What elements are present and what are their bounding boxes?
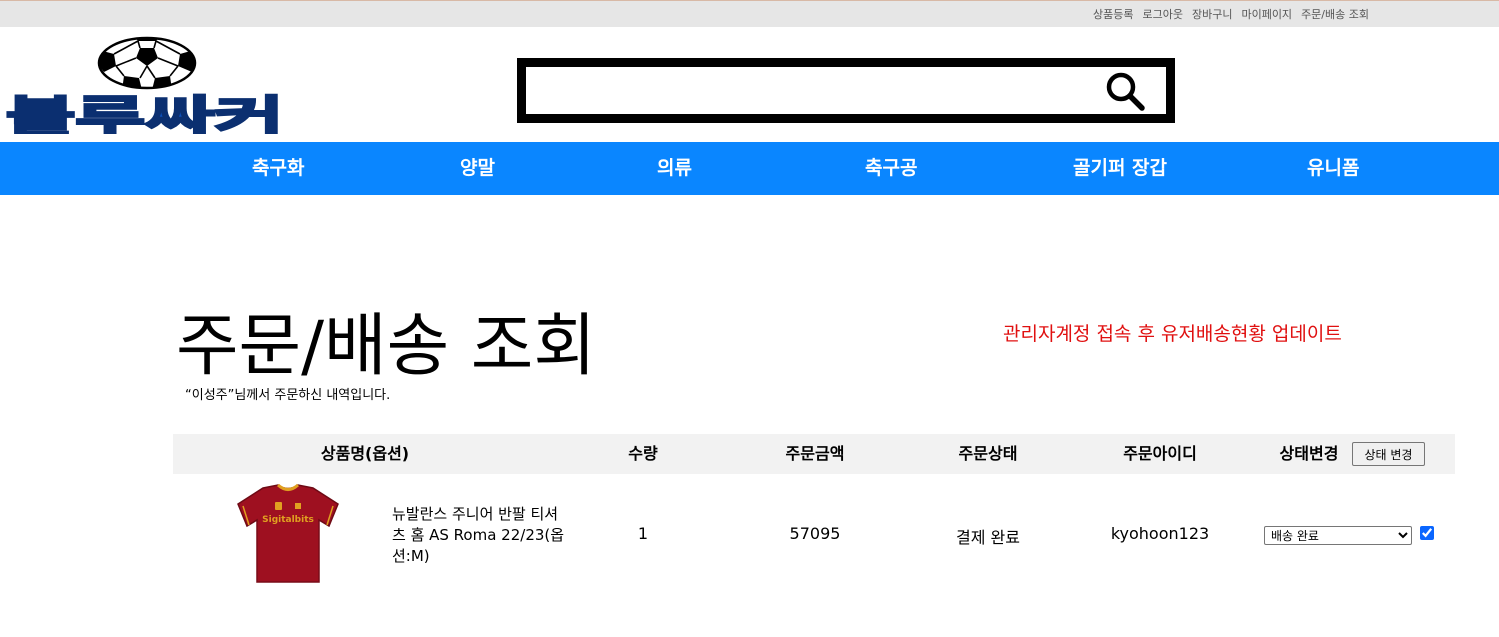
search-input[interactable] bbox=[526, 67, 1086, 114]
table-row: Sigitalbits 뉴발란스 주니어 반팔 티셔츠 홈 AS Roma 22… bbox=[173, 474, 1455, 594]
nav-item-soccer-ball[interactable]: 축구공 bbox=[865, 142, 917, 195]
nav-item-goalkeeper-gloves[interactable]: 골기퍼 장갑 bbox=[1073, 142, 1167, 195]
top-link-logout[interactable]: 로그아웃 bbox=[1142, 6, 1182, 22]
top-link-register-product[interactable]: 상품등록 bbox=[1093, 6, 1133, 22]
jersey-image-icon: Sigitalbits bbox=[237, 483, 339, 583]
search-button[interactable] bbox=[1100, 69, 1150, 113]
category-nav: 축구화 양말 의류 축구공 골기퍼 장갑 유니폼 bbox=[0, 142, 1499, 195]
header-product-name: 상품명(옵션) bbox=[320, 444, 410, 463]
nav-item-clothing[interactable]: 의류 bbox=[657, 142, 692, 195]
nav-item-uniform[interactable]: 유니폼 bbox=[1307, 142, 1359, 195]
product-image: Sigitalbits bbox=[223, 482, 353, 586]
cell-order-id: kyohoon123 bbox=[1110, 524, 1210, 543]
status-change-button[interactable]: 상태 변경 bbox=[1352, 442, 1425, 466]
header-quantity: 수량 bbox=[628, 444, 658, 463]
jersey-sponsor-text: Sigitalbits bbox=[262, 515, 314, 525]
nav-item-socks[interactable]: 양말 bbox=[460, 142, 495, 195]
soccer-ball-logo-icon: 블루싸커 bbox=[5, 36, 285, 144]
header-status-change: 상태변경 bbox=[1279, 444, 1339, 463]
cell-order-status: 결제 완료 bbox=[956, 528, 1020, 547]
page-title: 주문/배송 조회 bbox=[176, 307, 596, 386]
logo-text: 블루싸커 bbox=[6, 92, 284, 134]
admin-notice: 관리자계정 접속 후 유저배송현황 업데이트 bbox=[1003, 323, 1342, 345]
search-icon bbox=[1106, 72, 1145, 111]
nav-item-soccer-shoes[interactable]: 축구화 bbox=[252, 142, 304, 195]
top-link-cart[interactable]: 장바구니 bbox=[1192, 6, 1232, 22]
top-links: 상품등록 로그아웃 장바구니 마이페이지 주문/배송 조회 bbox=[1093, 6, 1369, 22]
site-logo[interactable]: 블루싸커 bbox=[4, 36, 286, 144]
top-utility-bar: 상품등록 로그아웃 장바구니 마이페이지 주문/배송 조회 bbox=[0, 0, 1499, 27]
header-order-id: 주문아이디 bbox=[1123, 444, 1197, 463]
row-checkbox[interactable] bbox=[1420, 526, 1434, 540]
top-link-order-tracking[interactable]: 주문/배송 조회 bbox=[1301, 6, 1369, 22]
status-select[interactable]: 배송 완료 bbox=[1264, 526, 1412, 545]
table-header: 상품명(옵션) 수량 주문금액 주문상태 주문아이디 상태변경 bbox=[173, 434, 1455, 474]
page-subtitle: “이성주”님께서 주문하신 내역입니다. bbox=[185, 388, 391, 403]
product-name[interactable]: 뉴발란스 주니어 반팔 티셔츠 홈 AS Roma 22/23(옵션:M) bbox=[392, 504, 567, 567]
search-box bbox=[517, 58, 1175, 123]
top-link-mypage[interactable]: 마이페이지 bbox=[1241, 6, 1292, 22]
header-amount: 주문금액 bbox=[785, 444, 845, 463]
header-order-status: 주문상태 bbox=[958, 444, 1018, 463]
cell-amount: 57095 bbox=[789, 524, 841, 543]
cell-quantity: 1 bbox=[637, 524, 649, 543]
